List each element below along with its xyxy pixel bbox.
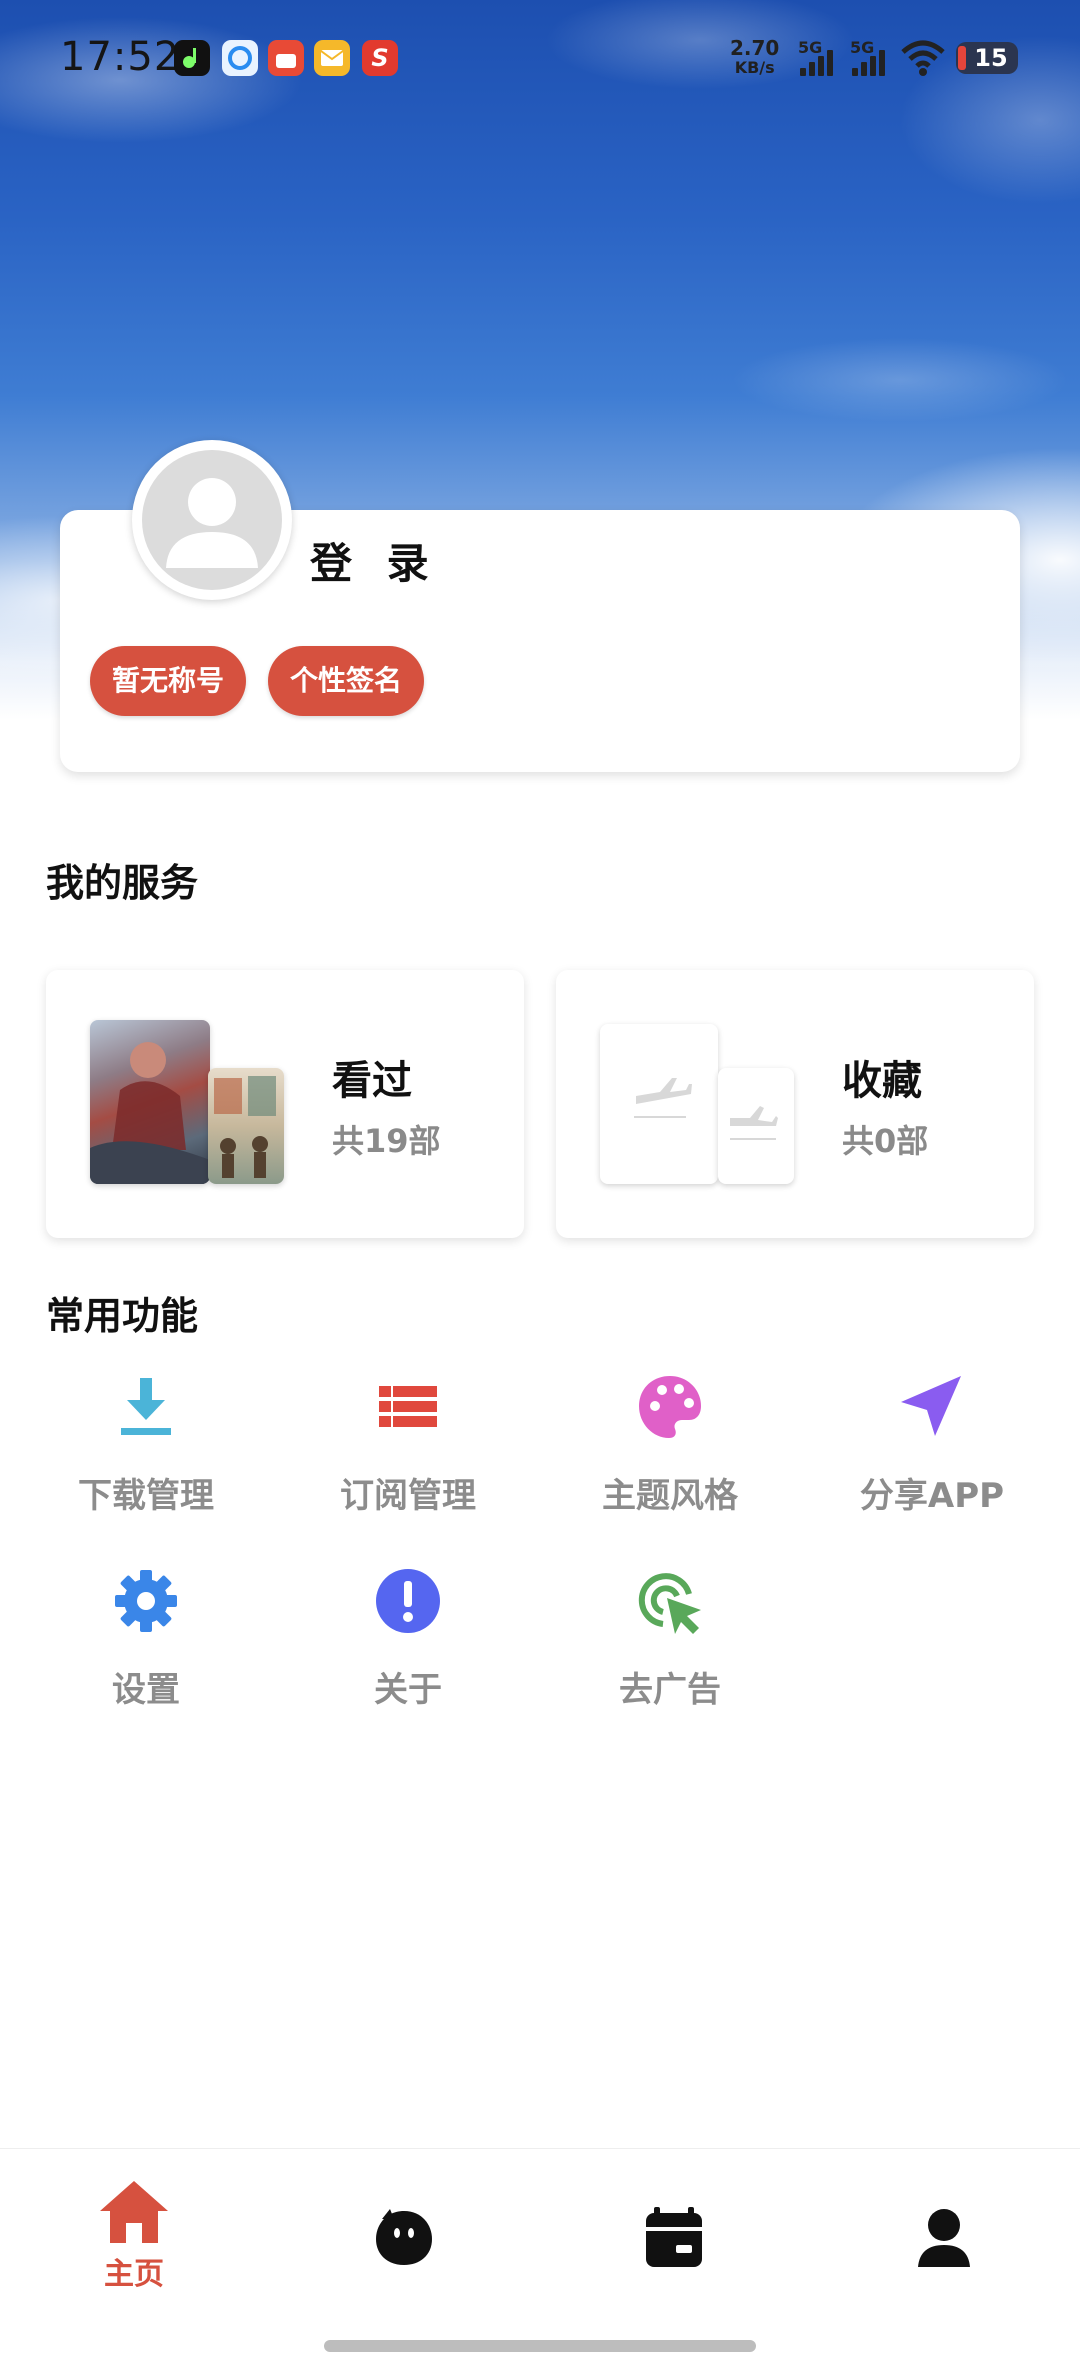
share-app-button[interactable]: 分享APP	[801, 1372, 1063, 1542]
watched-poster-2	[208, 1068, 284, 1184]
gear-icon	[115, 1570, 177, 1632]
about-button[interactable]: 关于	[277, 1566, 539, 1736]
default-avatar-icon	[142, 450, 282, 590]
mascot-icon	[376, 2209, 432, 2265]
function-label: 去广告	[619, 1670, 721, 1710]
watched-title: 看过	[332, 1058, 412, 1104]
settings-button[interactable]: 设置	[15, 1566, 277, 1736]
home-icon	[100, 2181, 168, 2243]
status-bar: 17:52 S 2.70 KB/s 5G 5G 15	[0, 0, 1080, 120]
music-app-icon	[174, 40, 210, 76]
palette-icon	[639, 1376, 701, 1438]
mail-app-icon	[314, 40, 350, 76]
function-label: 下载管理	[78, 1476, 214, 1516]
download-icon	[121, 1378, 171, 1435]
info-icon	[376, 1569, 440, 1633]
functions-section-title: 常用功能	[46, 1294, 199, 1338]
function-label: 关于	[374, 1670, 442, 1710]
avatar[interactable]	[132, 440, 292, 600]
favorite-placeholder-2	[718, 1068, 794, 1184]
services-section-title: 我的服务	[46, 861, 199, 905]
remove-ads-button[interactable]: 去广告	[539, 1566, 801, 1736]
favorites-card[interactable]: 收藏 共0部	[556, 970, 1034, 1238]
function-label: 主题风格	[602, 1476, 738, 1516]
download-manager-button[interactable]: 下载管理	[15, 1372, 277, 1542]
nav-home-label: 主页	[104, 2257, 164, 2292]
watched-poster-1	[90, 1020, 210, 1184]
favorites-title: 收藏	[842, 1058, 922, 1104]
wifi-icon	[900, 38, 946, 78]
plane-icon	[730, 1106, 778, 1140]
status-time: 17:52	[60, 34, 181, 80]
nav-home[interactable]: 主页	[64, 2179, 204, 2299]
theme-style-button[interactable]: 主题风格	[539, 1372, 801, 1542]
favorite-placeholder-1	[600, 1024, 718, 1184]
calendar-icon	[646, 2207, 702, 2267]
watched-count: 共19部	[332, 1122, 441, 1160]
function-label: 分享APP	[859, 1476, 1005, 1516]
send-icon	[901, 1376, 961, 1436]
user-icon	[918, 2209, 970, 2267]
shopping-app-icon	[268, 40, 304, 76]
function-label: 订阅管理	[340, 1476, 476, 1516]
s-app-icon: S	[362, 40, 398, 76]
nav-discover[interactable]	[334, 2179, 474, 2299]
signal-icon: 5G	[850, 38, 894, 80]
browser-app-icon	[222, 40, 258, 76]
plane-icon	[634, 1078, 692, 1118]
battery-indicator: 15	[956, 42, 1018, 74]
list-icon	[379, 1386, 437, 1427]
ad-click-icon	[638, 1573, 701, 1634]
signal-icon: 5G	[798, 38, 842, 80]
title-tag[interactable]: 暂无称号	[90, 646, 247, 716]
favorites-count: 共0部	[842, 1122, 929, 1160]
nav-schedule[interactable]	[604, 2179, 744, 2299]
network-speed: 2.70 KB/s	[730, 36, 780, 77]
nav-profile[interactable]	[874, 2179, 1014, 2299]
signature-tag[interactable]: 个性签名	[268, 646, 425, 716]
login-button[interactable]: 登 录	[310, 530, 439, 591]
home-indicator	[324, 2340, 756, 2352]
watched-card[interactable]: 看过 共19部	[46, 970, 524, 1238]
subscription-manager-button[interactable]: 订阅管理	[277, 1372, 539, 1542]
function-label: 设置	[112, 1670, 180, 1710]
